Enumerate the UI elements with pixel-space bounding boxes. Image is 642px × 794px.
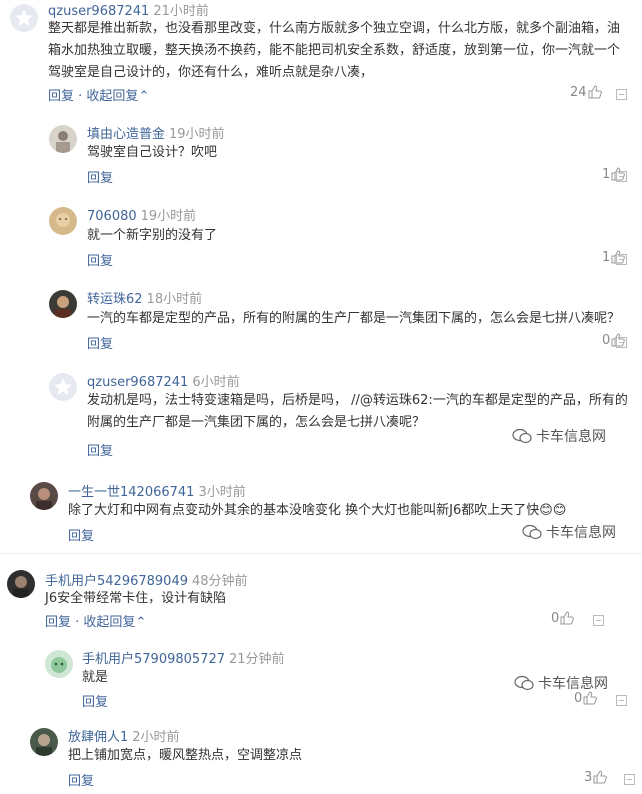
collapse-replies-button[interactable]: 收起回复 — [86, 89, 138, 104]
like-button[interactable]: 0 — [551, 611, 575, 626]
comment-text: 整天都是推出新款，也没看那里改变，什么南方版就多个独立空调，什么北方版，就多个副… — [48, 21, 621, 80]
wechat-icon — [512, 428, 532, 444]
like-count: 3 — [584, 770, 593, 785]
timestamp: 3小时前 — [198, 485, 246, 500]
chevron-up-icon: ⌃ — [138, 89, 150, 104]
comment-header: 一生一世142066741 3小时前 — [68, 481, 246, 500]
divider — [0, 553, 642, 554]
timestamp: 2小时前 — [132, 730, 180, 745]
avatar[interactable] — [30, 482, 58, 510]
watermark: 卡车信息网 — [514, 673, 608, 693]
timestamp: 48分钟前 — [191, 574, 248, 589]
comment-header: 706080 19小时前 — [87, 205, 196, 224]
timestamp: 18小时前 — [146, 292, 203, 307]
username[interactable]: 手机用户57909805727 — [82, 652, 225, 667]
like-count: 1 — [602, 250, 611, 265]
timestamp: 6小时前 — [192, 375, 240, 390]
comment-text: 除了大灯和中网有点变动外其余的基本没啥变化 换个大灯也能叫新J6都吹上天了快😊😊 — [68, 503, 567, 518]
like-count: 0 — [602, 333, 611, 348]
reply-button[interactable]: 回复 — [87, 250, 113, 269]
avatar[interactable] — [45, 650, 73, 678]
avatar[interactable] — [49, 207, 77, 235]
timestamp: 21分钟前 — [228, 652, 285, 667]
comment-text: 一汽的车都是定型的产品，所有的附属的生产厂都是一汽集团下属的，怎么会是七拼八凑呢… — [87, 311, 621, 326]
thumbs-up-icon — [588, 85, 602, 99]
comment-header: 放肆佣人1 2小时前 — [68, 726, 180, 745]
timestamp: 19小时前 — [169, 127, 225, 142]
username[interactable]: 一生一世142066741 — [68, 485, 194, 500]
avatar[interactable] — [49, 290, 77, 318]
like-button[interactable]: 3 — [584, 770, 608, 785]
wechat-icon — [522, 524, 542, 540]
comment-text: 就一个新字别的没有了 — [87, 228, 218, 243]
comment-header: qzuser9687241 6小时前 — [87, 371, 240, 390]
avatar[interactable] — [30, 728, 58, 756]
default-avatar-icon — [54, 378, 72, 395]
reply-button[interactable]: 回复 — [68, 770, 94, 789]
username[interactable]: 转运珠62 — [87, 292, 143, 307]
dislike-icon[interactable] — [593, 615, 604, 626]
chevron-up-icon: ⌃ — [135, 615, 147, 630]
comment-header: qzuser9687241 21小时前 — [48, 0, 209, 19]
comment-text: 驾驶室自己设计？吹吧 — [87, 145, 218, 160]
reply-button[interactable]: 回复 — [82, 691, 108, 710]
reply-controls: 回复 · 收起回复⌃ — [45, 615, 147, 630]
wechat-icon — [514, 675, 534, 691]
avatar[interactable] — [7, 570, 35, 598]
reply-button[interactable]: 回复 — [87, 333, 113, 352]
username[interactable]: qzuser9687241 — [87, 375, 188, 390]
default-avatar-icon — [15, 9, 33, 26]
username[interactable]: 手机用户54296789049 — [45, 574, 188, 589]
reply-button[interactable]: 回复 — [87, 440, 113, 459]
username[interactable]: 填由心造普金 — [87, 127, 165, 142]
like-count: 0 — [574, 691, 583, 706]
avatar[interactable] — [10, 4, 38, 32]
reply-button[interactable]: 回复 — [68, 525, 94, 544]
username[interactable]: 706080 — [87, 209, 137, 224]
comment-text: 把上铺加宽点，暖风整热点，空调整凉点 — [68, 748, 303, 763]
comment-text: J6安全带经常卡住，设计有缺陷 — [45, 591, 227, 606]
dislike-icon[interactable] — [624, 774, 635, 785]
comment-header: 填由心造普金 19小时前 — [87, 123, 225, 142]
thumbs-up-icon — [583, 691, 598, 705]
username[interactable]: 放肆佣人1 — [68, 730, 128, 745]
dislike-icon[interactable] — [616, 695, 627, 706]
reply-button[interactable]: 回复 — [87, 167, 113, 186]
thumbs-up-icon — [593, 770, 608, 784]
watermark: 卡车信息网 — [522, 522, 616, 542]
like-count: 24 — [570, 85, 587, 100]
comment-header: 手机用户54296789049 48分钟前 — [45, 570, 248, 589]
timestamp: 21小时前 — [153, 4, 209, 19]
like-button[interactable]: 0 — [574, 691, 598, 706]
like-button[interactable]: 24 — [570, 85, 602, 100]
comment-text: 就是 — [82, 670, 109, 685]
thumbs-up-icon — [560, 611, 575, 625]
comment-header: 手机用户57909805727 21分钟前 — [82, 648, 285, 667]
reply-button[interactable]: 回复 — [45, 615, 71, 630]
reply-controls: 回复 · 收起回复⌃ — [48, 89, 150, 104]
watermark: 卡车信息网 — [512, 426, 606, 446]
avatar[interactable] — [49, 125, 77, 153]
collapse-replies-button[interactable]: 收起回复 — [83, 615, 135, 630]
like-count: 1 — [602, 167, 611, 182]
timestamp: 19小时前 — [140, 209, 197, 224]
reply-button[interactable]: 回复 — [48, 89, 74, 104]
dislike-icon[interactable] — [616, 254, 627, 265]
comment-header: 转运珠62 18小时前 — [87, 288, 202, 307]
dislike-icon[interactable] — [616, 89, 627, 100]
username[interactable]: qzuser9687241 — [48, 4, 149, 19]
dislike-icon[interactable] — [616, 337, 627, 348]
avatar[interactable] — [49, 373, 77, 401]
like-count: 0 — [551, 611, 560, 626]
dislike-icon[interactable] — [616, 171, 627, 182]
